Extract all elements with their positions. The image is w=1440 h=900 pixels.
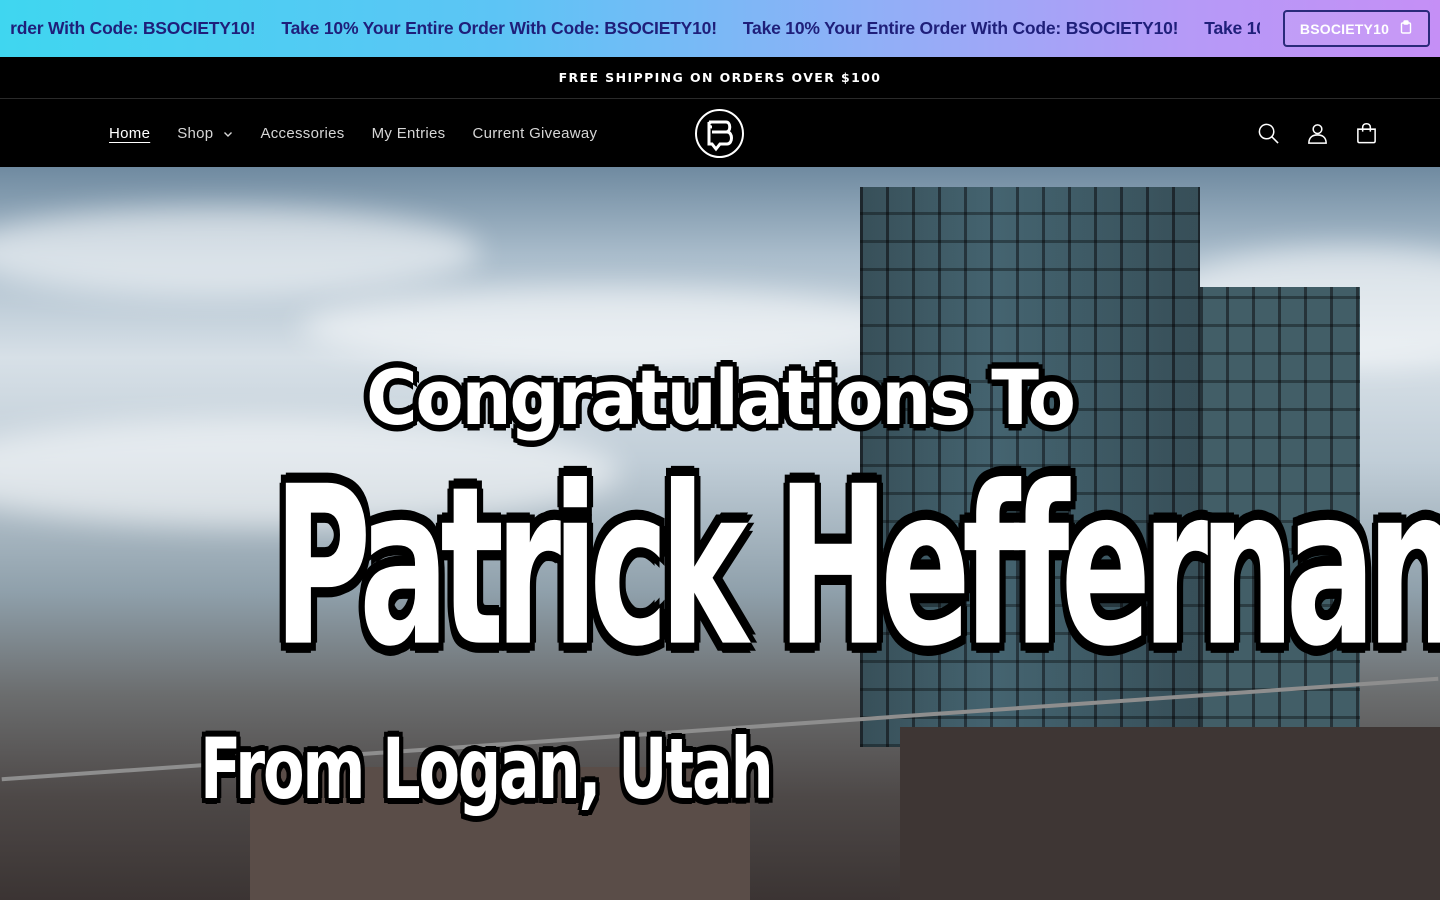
nav-item-current-giveaway[interactable]: Current Giveaway [472,125,597,142]
search-icon [1258,123,1279,144]
hero-building [900,727,1440,900]
cart-button[interactable] [1355,122,1378,145]
search-button[interactable] [1257,122,1280,145]
promo-message: Take 10% Your Entire Order With Code: BS… [1204,18,1260,38]
nav-item-label: Shop [177,125,214,142]
nav-item-home[interactable]: Home [109,125,150,142]
nav-item-label: My Entries [371,125,446,142]
monogram-icon [707,120,733,151]
code-button-label: BSOCIETY10 [1299,20,1390,37]
promo-message: Take 10% Your Entire Order With Code: BS… [10,18,256,38]
nav-item-label: Accessories [260,125,345,142]
nav-item-accessories[interactable]: Accessories [260,125,344,142]
hero-heading: Congratulations To [366,353,1076,443]
nav-item-label: Current Giveaway [472,125,598,142]
site-header: Home Shop Accessories My Entries Current… [0,100,1440,167]
promo-message: Take 10% Your Entire Order With Code: BS… [281,18,717,38]
promo-marquee: Take 10% Your Entire Order With Code: BS… [10,0,1260,57]
copy-icon [1399,20,1413,37]
shipping-text: FREE SHIPPING ON ORDERS OVER $100 [558,70,882,85]
account-icon [1308,124,1327,144]
header-actions [1257,100,1378,167]
hero-cloud [0,207,480,297]
copy-code-button[interactable]: BSOCIETY10 [1283,10,1430,47]
nav-item-shop[interactable]: Shop [177,125,233,142]
nav-item-my-entries[interactable]: My Entries [372,125,446,142]
shipping-announcement-bar: FREE SHIPPING ON ORDERS OVER $100 [0,57,1440,99]
winner-location: From Logan, Utah [200,720,774,818]
hero-banner[interactable]: Congratulations To Patrick Heffernan Fro… [0,167,1440,900]
promo-message: Take 10% Your Entire Order With Code: BS… [742,18,1179,38]
account-button[interactable] [1306,122,1329,145]
nav-item-label: Home [109,125,151,142]
winner-name: Patrick Heffernan [273,438,1440,695]
chevron-down-icon [224,131,233,137]
main-nav: Home Shop Accessories My Entries Current… [109,100,624,167]
cart-icon [1357,122,1376,144]
promo-bar: Take 10% Your Entire Order With Code: BS… [0,0,1440,57]
brand-logo[interactable] [695,109,744,158]
